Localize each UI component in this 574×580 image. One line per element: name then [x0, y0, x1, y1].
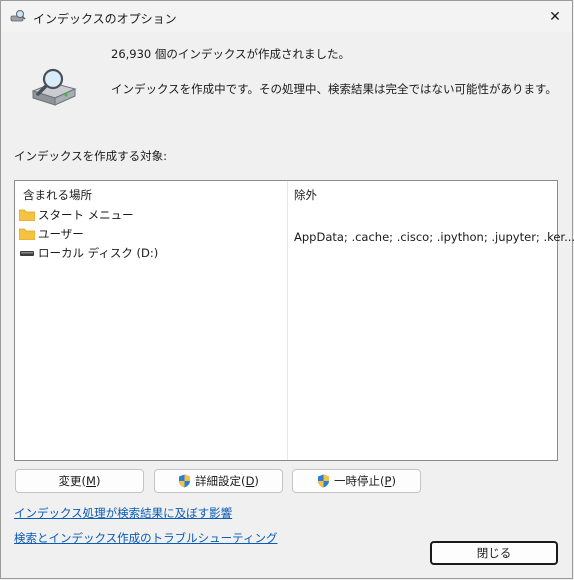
- modify-button-tail: ): [95, 474, 101, 488]
- window-title: インデックスのオプション: [33, 12, 177, 26]
- advanced-accel-key: D: [245, 474, 255, 488]
- list-item-exclusions: AppData; .cache; .cisco; .ipython; .jupy…: [294, 230, 574, 244]
- index-locations-list[interactable]: 含まれる場所 除外 スタート メニュー ユーザー AppData; .cache…: [14, 180, 574, 461]
- pause-button-tail: ): [391, 474, 396, 488]
- index-count-text: 26,930 個のインデックスが作成されました。: [111, 47, 351, 61]
- excluded-header[interactable]: 除外: [294, 187, 317, 203]
- close-button[interactable]: 閉じる: [430, 541, 558, 565]
- modify-button[interactable]: 変更(M): [15, 469, 144, 493]
- column-divider: [287, 181, 288, 460]
- list-item-label: ユーザー: [38, 227, 84, 241]
- indexing-impact-link[interactable]: インデックス処理が検索結果に及ぼす影響: [14, 505, 232, 521]
- close-icon: ✕: [549, 9, 561, 25]
- uac-shield-icon: [317, 474, 330, 488]
- list-item-label: スタート メニュー: [38, 208, 134, 222]
- window-close-button[interactable]: ✕: [544, 6, 566, 28]
- modify-button-label: 変更(: [58, 474, 87, 488]
- indexing-status-text: インデックスを作成中です。その処理中、検索結果は完全ではない可能性があります。: [111, 82, 557, 96]
- indexing-options-icon: [10, 9, 26, 23]
- advanced-button-label: 詳細設定(: [195, 474, 246, 488]
- list-item[interactable]: ローカル ディスク (D:): [19, 244, 158, 262]
- list-item[interactable]: ユーザー: [18, 225, 84, 243]
- indexing-drive-icon: [29, 67, 79, 109]
- pause-button[interactable]: 一時停止(P): [292, 469, 421, 493]
- title-bar: インデックスのオプション ✕: [1, 1, 572, 32]
- advanced-settings-button[interactable]: 詳細設定(D): [154, 469, 283, 493]
- folder-icon: [18, 209, 36, 222]
- modify-accel-key: M: [86, 474, 96, 488]
- list-item-label: ローカル ディスク (D:): [38, 246, 159, 260]
- drive-icon: [19, 247, 35, 259]
- list-item[interactable]: スタート メニュー: [18, 206, 134, 224]
- pause-button-label: 一時停止(: [334, 474, 385, 488]
- close-button-label: 閉じる: [476, 546, 512, 560]
- troubleshoot-link[interactable]: 検索とインデックス作成のトラブルシューティング: [14, 530, 277, 546]
- included-locations-header[interactable]: 含まれる場所: [23, 187, 92, 203]
- advanced-button-tail: ): [254, 474, 259, 488]
- index-locations-label: インデックスを作成する対象:: [14, 149, 168, 163]
- folder-icon: [18, 228, 36, 241]
- uac-shield-icon: [178, 474, 191, 488]
- pause-accel-key: P: [384, 474, 392, 488]
- indexing-options-dialog: インデックスのオプション ✕ 26,930 個のインデックスが作成されました。 …: [0, 0, 574, 579]
